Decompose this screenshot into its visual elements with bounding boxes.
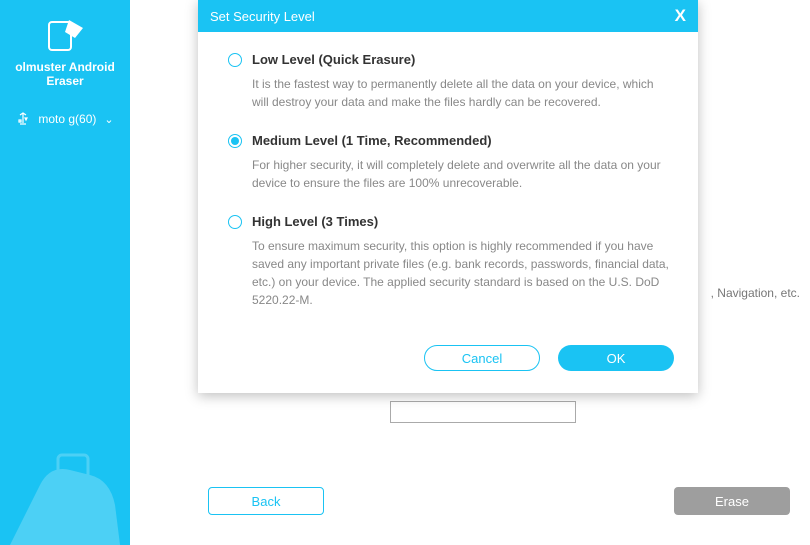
modal-title: Set Security Level bbox=[210, 9, 315, 24]
chevron-down-icon: ⌄ bbox=[104, 113, 113, 126]
app-logo-icon bbox=[45, 18, 85, 52]
level-high-desc: To ensure maximum security, this option … bbox=[252, 237, 672, 309]
erase-button[interactable]: Erase bbox=[674, 487, 790, 515]
level-medium-label: Medium Level (1 Time, Recommended) bbox=[252, 133, 492, 148]
device-selector[interactable]: moto g(60) ⌄ bbox=[0, 112, 130, 126]
security-level-modal: Set Security Level X Low Level (Quick Er… bbox=[198, 0, 698, 393]
background-text: , Navigation, etc. bbox=[711, 286, 800, 300]
modal-header: Set Security Level X bbox=[198, 0, 698, 32]
back-button[interactable]: Back bbox=[208, 487, 324, 515]
level-low-label: Low Level (Quick Erasure) bbox=[252, 52, 415, 67]
device-name: moto g(60) bbox=[38, 112, 96, 126]
level-low-desc: It is the fastest way to permanently del… bbox=[252, 75, 672, 111]
level-medium-option[interactable]: Medium Level (1 Time, Recommended) bbox=[228, 133, 672, 148]
radio-icon bbox=[228, 215, 242, 229]
radio-icon bbox=[228, 134, 242, 148]
ok-button[interactable]: OK bbox=[558, 345, 674, 371]
modal-close-icon[interactable]: X bbox=[675, 6, 686, 26]
usb-icon bbox=[16, 112, 30, 126]
hand-decoration-icon bbox=[0, 435, 130, 545]
sidebar: olmuster Android Eraser moto g(60) ⌄ bbox=[0, 0, 130, 545]
radio-icon bbox=[228, 53, 242, 67]
level-high-option[interactable]: High Level (3 Times) bbox=[228, 214, 672, 229]
modal-body: Low Level (Quick Erasure) It is the fast… bbox=[198, 32, 698, 339]
confirm-input[interactable] bbox=[390, 401, 576, 423]
app-name: olmuster Android Eraser bbox=[0, 60, 130, 88]
modal-footer: Cancel OK bbox=[198, 339, 698, 393]
level-high-label: High Level (3 Times) bbox=[252, 214, 378, 229]
level-low-option[interactable]: Low Level (Quick Erasure) bbox=[228, 52, 672, 67]
cancel-button[interactable]: Cancel bbox=[424, 345, 540, 371]
level-medium-desc: For higher security, it will completely … bbox=[252, 156, 672, 192]
